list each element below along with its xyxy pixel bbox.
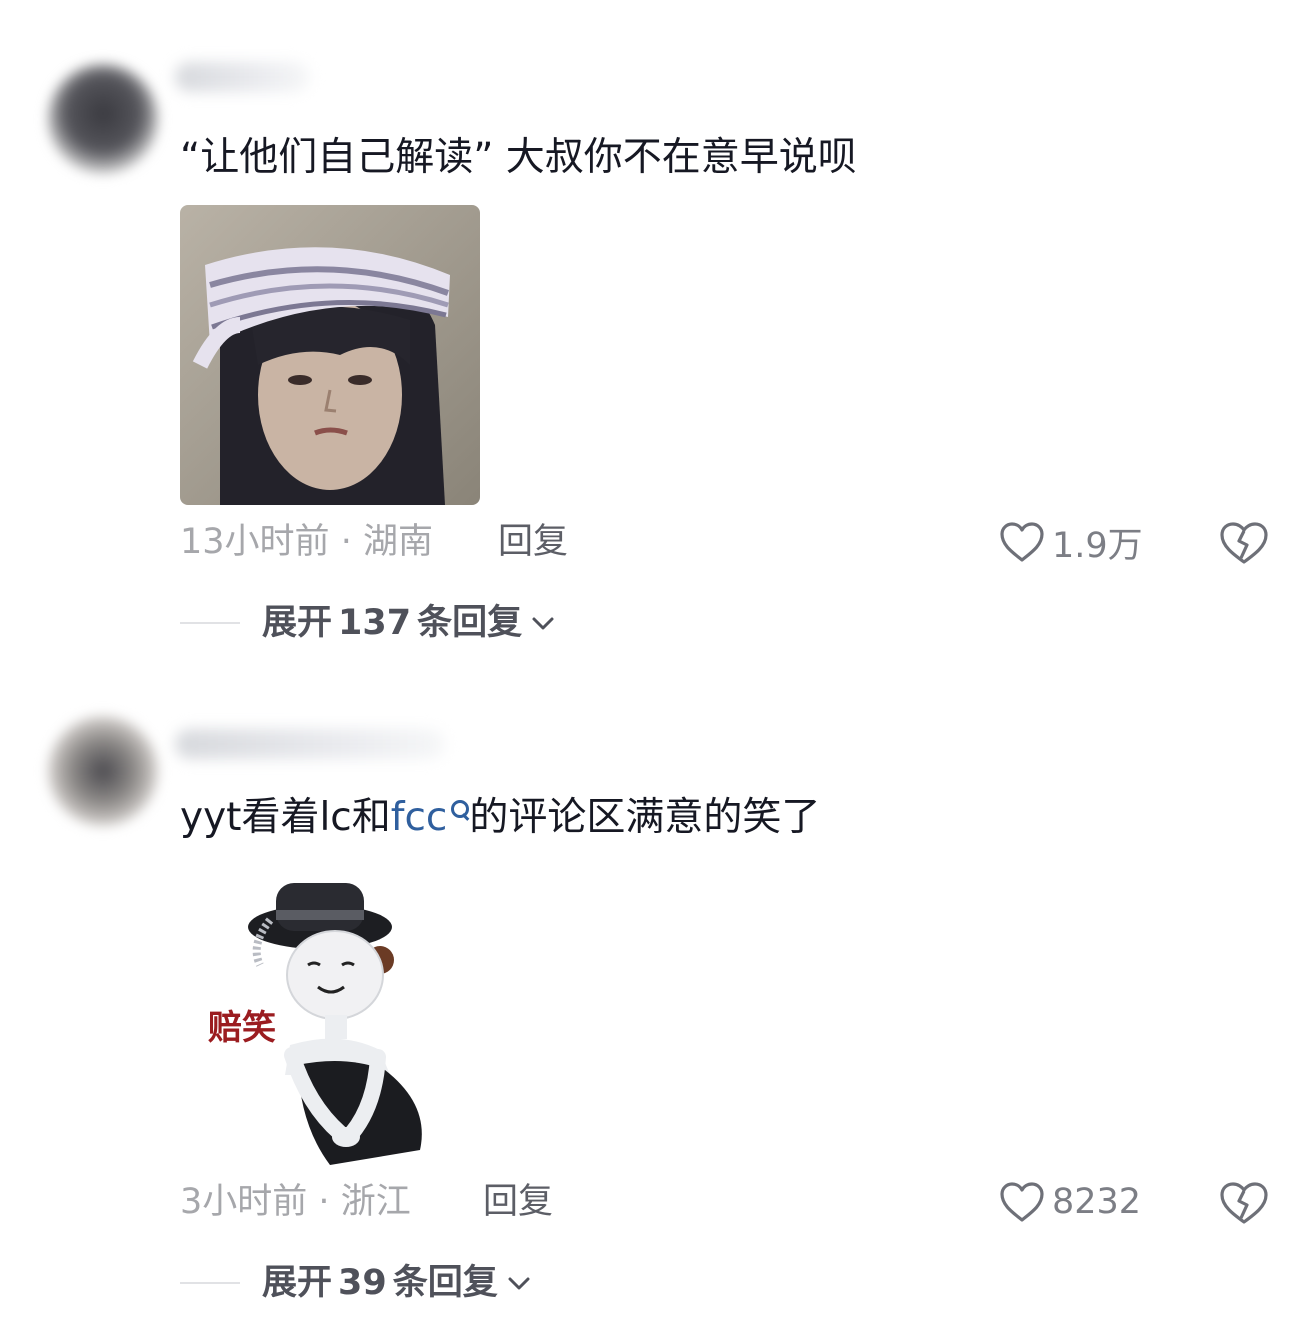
comment-text-before: yyt看着lc和 (180, 795, 391, 840)
comment-location: 浙江 (340, 1182, 411, 1222)
search-icon (449, 792, 470, 822)
expand-count: 39 (338, 1263, 387, 1303)
expand-prefix: 展开 (262, 1263, 333, 1303)
divider (180, 1282, 240, 1284)
avatar[interactable] (48, 716, 158, 826)
like-count: 8232 (1052, 1182, 1142, 1222)
chevron-down-icon (508, 1277, 530, 1290)
comment-time: 3小时前 (180, 1182, 308, 1222)
comment-item: yyt看着lc和fcc 的评论区满意的笑了 赔笑 3小时前 · 浙江 回复 82… (0, 0, 1314, 1342)
comment-meta: 3小时前 · 浙江 回复 8232 (0, 1177, 1314, 1227)
like-button[interactable]: 8232 (998, 1177, 1141, 1227)
expand-suffix: 条回复 (392, 1263, 498, 1303)
smiling-figure-picture: 赔笑 (180, 865, 480, 1165)
comment-sticker-image[interactable]: 赔笑 (180, 865, 480, 1165)
expand-replies[interactable]: 展开 39 条回复 (0, 1258, 1314, 1308)
heart-outline-icon (1000, 1182, 1044, 1222)
search-keyword-link[interactable]: fcc (391, 795, 470, 840)
expand-replies-label[interactable]: 展开 39 条回复 (262, 1258, 532, 1308)
username-blurred[interactable] (175, 729, 445, 759)
comment-text: yyt看着lc和fcc 的评论区满意的笑了 (180, 792, 820, 844)
sticker-caption: 赔笑 (208, 1008, 276, 1048)
reply-button[interactable]: 回复 (483, 1177, 553, 1227)
comment-text-after: 的评论区满意的笑了 (469, 795, 821, 840)
time-location: 3小时前 · 浙江 (180, 1177, 411, 1227)
broken-heart-icon (1220, 1182, 1268, 1224)
dislike-button[interactable] (1218, 1180, 1270, 1230)
meta-separator: · (318, 1182, 330, 1222)
